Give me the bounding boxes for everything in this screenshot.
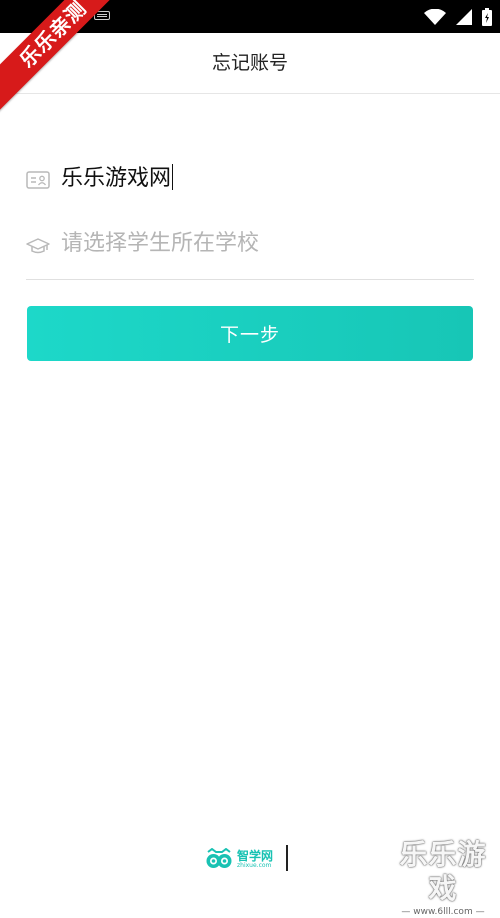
account-input[interactable]: 乐乐游戏网 (61, 162, 174, 196)
logo-sub-text: zhixue.com (237, 861, 272, 869)
account-field[interactable]: 乐乐游戏网 (26, 150, 474, 210)
page-title: 忘记账号 (211, 52, 288, 74)
owl-logo-icon (206, 848, 232, 868)
zhixue-logo: 智学网 zhixue.com (205, 846, 273, 872)
logo-text: 智学网 zhixue.com (237, 850, 273, 869)
header-bar: 忘记账号 (0, 33, 500, 94)
graduation-cap-icon (26, 238, 50, 254)
status-icons (424, 6, 492, 28)
site-watermark: 乐乐游戏 — www.6lll.com — (386, 838, 500, 917)
watermark-main-text: 乐乐游戏 (399, 838, 487, 905)
account-value: 乐乐游戏网 (61, 166, 172, 191)
signal-icon (456, 9, 472, 25)
text-caret (172, 164, 174, 190)
school-field[interactable]: 请选择学生所在学校 (26, 215, 474, 280)
footer-divider (286, 845, 288, 871)
watermark-sub-text: — www.6lll.com — (401, 907, 485, 917)
logo-main-text: 智学网 (237, 848, 274, 863)
wifi-icon (424, 9, 446, 25)
id-card-icon (26, 171, 50, 189)
school-select[interactable]: 请选择学生所在学校 (61, 227, 259, 261)
next-step-button[interactable]: 下一步 (27, 306, 473, 361)
battery-icon (482, 8, 492, 26)
